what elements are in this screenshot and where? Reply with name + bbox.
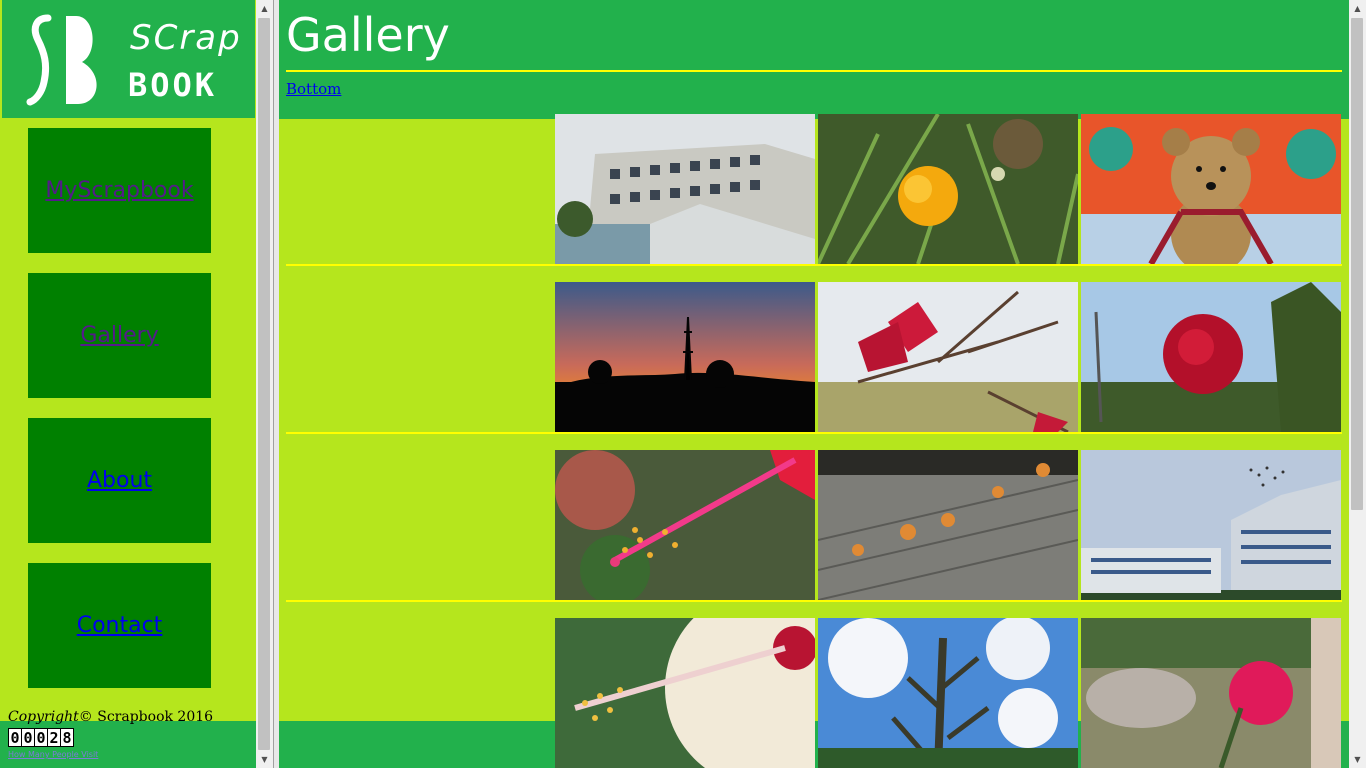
- scroll-down-arrow-icon[interactable]: ▼: [1349, 751, 1366, 768]
- nav-about[interactable]: About: [28, 418, 211, 543]
- red-rose-photo[interactable]: [1081, 282, 1341, 432]
- nav-about-link[interactable]: About: [87, 468, 152, 493]
- yellow-flower-photo[interactable]: [818, 114, 1078, 264]
- scroll-thumb[interactable]: [258, 18, 270, 750]
- row-divider: [286, 600, 1342, 602]
- pink-rose-bud-photo[interactable]: [1081, 618, 1341, 768]
- counter-digit: 0: [22, 728, 34, 747]
- plant-sky-photo[interactable]: [818, 618, 1078, 768]
- left-frame-scrollbar[interactable]: ▲ ▼: [256, 0, 273, 768]
- copyright-text: Copyright© Scrapbook 2016: [8, 709, 213, 725]
- nav-myscrapbook[interactable]: MyScrapbook: [28, 128, 211, 253]
- red-flower-branch-photo[interactable]: [818, 282, 1078, 432]
- right-frame: Gallery Bottom: [279, 0, 1349, 768]
- counter-digit: 0: [35, 728, 47, 747]
- nav-contact-link[interactable]: Contact: [77, 613, 163, 638]
- title-rule: [286, 70, 1342, 72]
- nav-gallery-link[interactable]: Gallery: [80, 323, 158, 348]
- counter-digit: 8: [61, 728, 73, 747]
- hibiscus-stamen-photo[interactable]: [555, 450, 815, 600]
- sunset-tower-photo[interactable]: [555, 282, 815, 432]
- scroll-up-arrow-icon[interactable]: ▲: [1349, 0, 1366, 17]
- counter-link[interactable]: How Many People Visit: [8, 750, 98, 759]
- mushrooms-on-wood-photo[interactable]: [818, 450, 1078, 600]
- copyright-rest: © Scrapbook 2016: [78, 709, 214, 725]
- logo-text-scrap: SCrap: [130, 18, 242, 58]
- building-photo[interactable]: [555, 114, 815, 264]
- nav-myscrapbook-link[interactable]: MyScrapbook: [45, 178, 193, 203]
- row-divider: [286, 264, 1342, 266]
- teddy-bear-photo[interactable]: [1081, 114, 1341, 264]
- counter-digit: 2: [48, 728, 60, 747]
- scroll-down-arrow-icon[interactable]: ▼: [256, 751, 273, 768]
- left-frame: SCrap BOOK MyScrapbook Gallery About Con…: [0, 0, 256, 768]
- bottom-link[interactable]: Bottom: [286, 80, 341, 98]
- page-title: Gallery: [286, 8, 450, 62]
- row-divider: [286, 432, 1342, 434]
- nav-contact[interactable]: Contact: [28, 563, 211, 688]
- white-hibiscus-photo[interactable]: [555, 618, 815, 768]
- logo-sb-mark: [26, 14, 97, 106]
- campus-building-birds-photo[interactable]: [1081, 450, 1341, 600]
- copyright-word: Copyright: [8, 709, 79, 725]
- right-frame-scrollbar[interactable]: ▲ ▼: [1349, 0, 1366, 768]
- logo: SCrap BOOK: [2, 0, 255, 118]
- nav-gallery[interactable]: Gallery: [28, 273, 211, 398]
- counter-digit: 0: [9, 728, 21, 747]
- scroll-thumb[interactable]: [1351, 18, 1363, 510]
- logo-text-book: BOOK: [128, 66, 218, 104]
- visit-counter: 0 0 0 2 8: [8, 728, 74, 747]
- scroll-up-arrow-icon[interactable]: ▲: [256, 0, 273, 17]
